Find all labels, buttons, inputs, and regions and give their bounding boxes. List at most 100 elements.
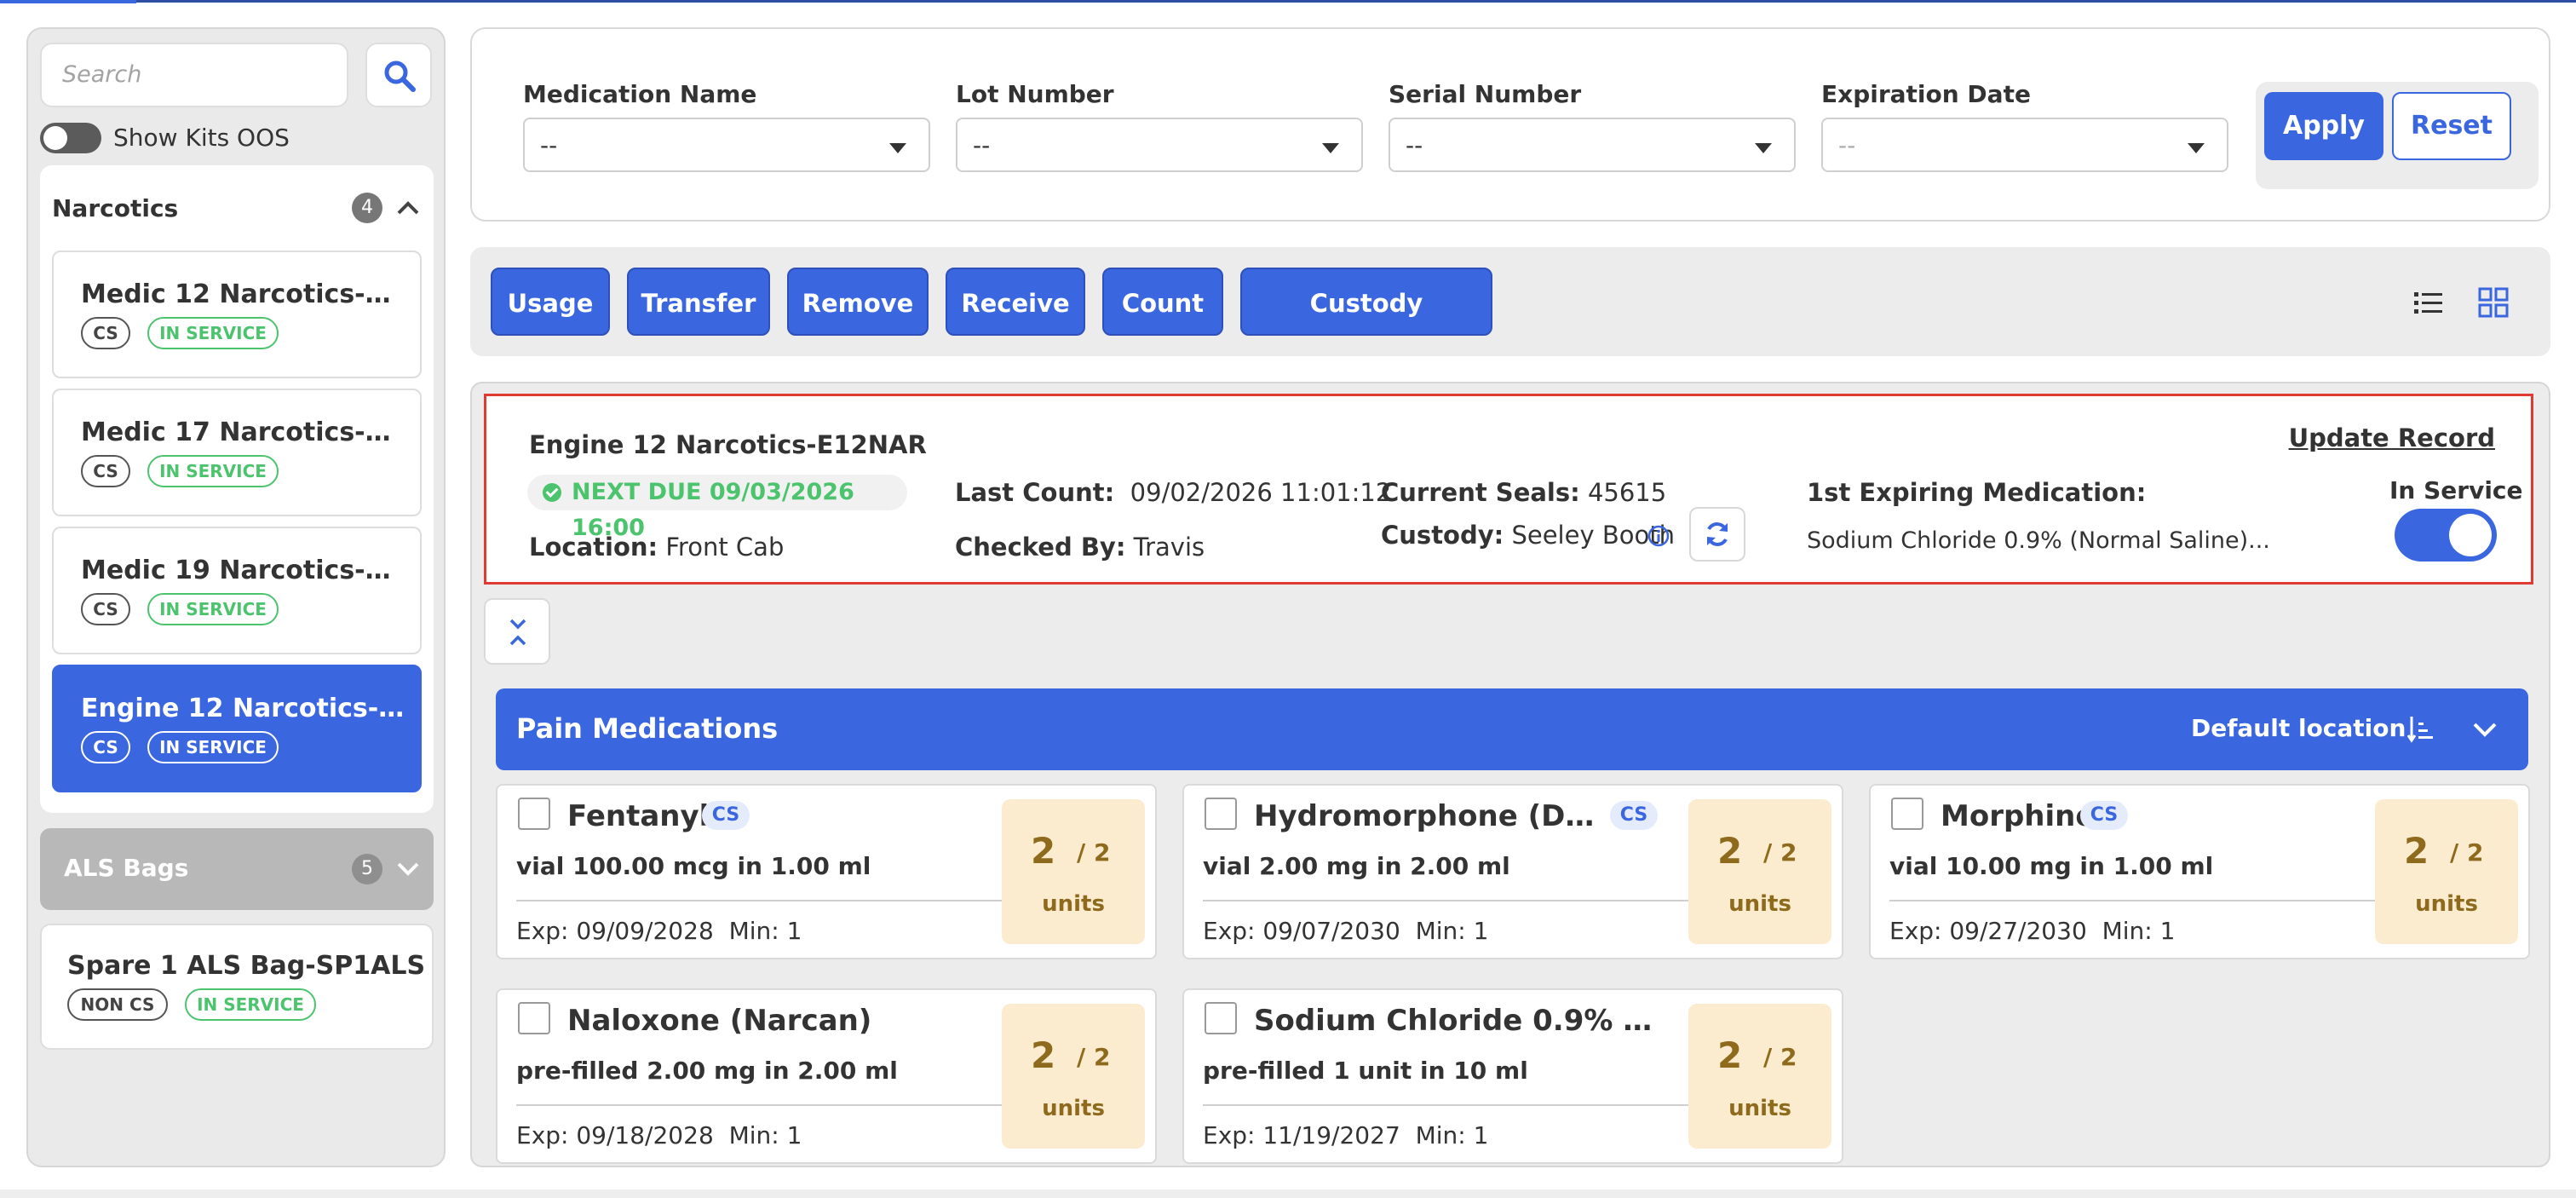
quantity-current: 2 xyxy=(1031,1034,1056,1076)
card-divider xyxy=(1203,900,1697,901)
quantity-current: 2 xyxy=(2404,830,2429,872)
kit-type-badge: CS xyxy=(81,593,130,625)
kit-item[interactable]: Medic 12 Narcotics-M12NAR CS IN SERVICE xyxy=(52,251,422,378)
quantity-unit: units xyxy=(1728,1096,1791,1121)
bottom-bar xyxy=(0,1189,2576,1198)
serial-number-select[interactable]: -- xyxy=(1389,118,1796,172)
kit-item[interactable]: Spare 1 ALS Bag-SP1ALS NON CS IN SERVICE xyxy=(40,924,434,1050)
default-location-label[interactable]: Default location xyxy=(2191,714,2406,742)
update-record-link[interactable]: Update Record xyxy=(2289,423,2495,452)
check-circle-icon xyxy=(543,483,561,502)
current-seals-value: 45615 xyxy=(1587,478,1667,507)
action-bar: Usage Transfer Remove Receive Count Cust… xyxy=(470,247,2550,386)
medication-description: pre-filled 1 unit in 10 ml xyxy=(1203,1057,1528,1085)
checked-by-value: Travis xyxy=(1133,533,1205,562)
reset-button[interactable]: Reset xyxy=(2392,92,2511,160)
medication-card[interactable]: Naloxone (Narcan) pre-filled 2.00 mg in … xyxy=(496,988,1157,1164)
medication-card[interactable]: Sodium Chloride 0.9% (Normal Saline) pre… xyxy=(1182,988,1843,1164)
medication-card[interactable]: Morphine CS vial 10.00 mg in 1.00 ml Exp… xyxy=(1869,784,2530,959)
current-seals-field: Current Seals: 45615 xyxy=(1381,478,1666,507)
search-icon xyxy=(384,60,416,92)
show-oos-toggle[interactable] xyxy=(40,123,101,153)
medication-description: vial 10.00 mg in 1.00 ml xyxy=(1889,852,2214,880)
als-bags-label: ALS Bags xyxy=(64,854,189,882)
kit-item[interactable]: Medic 17 Narcotics-M17NAR CS IN SERVICE xyxy=(52,389,422,516)
in-service-toggle[interactable] xyxy=(2395,509,2497,562)
medication-checkbox[interactable] xyxy=(1891,798,1923,830)
kit-name: Medic 17 Narcotics-M17NAR xyxy=(81,418,405,447)
medication-expiration: Exp: 09/27/2030 Min: 1 xyxy=(1889,917,2176,945)
medication-description: pre-filled 2.00 mg in 2.00 ml xyxy=(516,1057,898,1085)
kit-name: Spare 1 ALS Bag-SP1ALS xyxy=(67,951,426,981)
als-bags-group-header[interactable]: ALS Bags 5 xyxy=(40,828,434,910)
kit-type-badge: CS xyxy=(81,731,130,763)
count-button[interactable]: Count xyxy=(1102,268,1223,336)
quantity-max: / 2 xyxy=(2450,838,2484,867)
category-title: Pain Medications xyxy=(516,712,779,745)
grid-view-icon[interactable] xyxy=(2477,286,2510,319)
transfer-button[interactable]: Transfer xyxy=(627,268,770,336)
show-oos-label: Show Kits OOS xyxy=(113,124,290,152)
search-input[interactable]: Search xyxy=(40,43,348,107)
custody-exchange-button[interactable]: Custody Exchange xyxy=(1240,268,1492,386)
in-service-label: In Service xyxy=(2389,476,2523,504)
medication-checkbox[interactable] xyxy=(518,1002,550,1034)
card-divider xyxy=(1889,900,2383,901)
narcotics-group-label[interactable]: Narcotics xyxy=(52,194,178,222)
medication-checkbox[interactable] xyxy=(1205,798,1237,830)
quantity-unit: units xyxy=(1042,1096,1105,1121)
kit-type-badge: CS xyxy=(81,317,130,349)
quantity-box: 2 / 2 units xyxy=(1688,1004,1831,1149)
medication-checkbox[interactable] xyxy=(1205,1002,1237,1034)
medication-name: Sodium Chloride 0.9% (Normal Saline) xyxy=(1254,1004,1654,1038)
last-count-value: 09/02/2026 11:01:12 xyxy=(1130,478,1392,507)
card-divider xyxy=(1203,1104,1697,1106)
kit-detail-panel: Engine 12 Narcotics-E12NAR NEXT DUE 09/0… xyxy=(470,382,2550,1167)
location-value: Front Cab xyxy=(665,533,785,562)
serial-number-value: -- xyxy=(1406,131,1423,159)
expiration-date-select[interactable]: -- xyxy=(1821,118,2228,172)
quantity-max: / 2 xyxy=(1077,1043,1111,1071)
medication-name-select[interactable]: -- xyxy=(523,118,930,172)
kit-item-selected[interactable]: Engine 12 Narcotics-E12NAR CS IN SERVICE xyxy=(52,665,422,792)
sort-icon[interactable] xyxy=(2407,714,2436,745)
chevron-up-icon[interactable] xyxy=(396,199,420,216)
kit-type-badge: CS xyxy=(81,455,130,487)
collapse-button[interactable] xyxy=(484,598,550,665)
remove-button[interactable]: Remove xyxy=(787,268,929,336)
chevron-down-icon[interactable] xyxy=(396,861,420,878)
category-header[interactable]: Pain Medications Default location xyxy=(496,688,2528,770)
usage-button[interactable]: Usage xyxy=(491,268,610,336)
first-expiring-value: Sodium Chloride 0.9% (Normal Saline)... xyxy=(1807,527,2270,554)
next-due-badge: NEXT DUE 09/03/2026 16:00 xyxy=(527,475,907,541)
app-root: Search Show Kits OOS Narcotics 4 Medic 1… xyxy=(0,0,2576,1198)
serial-number-label: Serial Number xyxy=(1389,80,1582,108)
checked-by-label: Checked By: xyxy=(955,533,1126,562)
quantity-unit: units xyxy=(1042,891,1105,917)
quantity-unit: units xyxy=(2415,891,2478,917)
lot-number-label: Lot Number xyxy=(956,80,1114,108)
medication-expiration: Exp: 09/18/2028 Min: 1 xyxy=(516,1121,802,1149)
medication-card[interactable]: Fentanyl CS vial 100.00 mcg in 1.00 ml E… xyxy=(496,784,1157,959)
kit-status-badge: IN SERVICE xyxy=(147,593,279,625)
list-view-icon[interactable] xyxy=(2412,286,2445,319)
top-tab-indicator xyxy=(0,0,136,3)
cs-badge: CS xyxy=(2080,801,2128,830)
quantity-box: 2 / 2 units xyxy=(1688,799,1831,944)
refresh-custody-button[interactable] xyxy=(1689,507,1745,562)
als-bags-count-badge: 5 xyxy=(352,854,382,884)
last-count-field: Last Count: 09/02/2026 11:01:12 xyxy=(955,478,1391,507)
kit-item[interactable]: Medic 19 Narcotics-M19NAR CS IN SERVICE xyxy=(52,527,422,654)
last-count-label: Last Count: xyxy=(955,478,1115,507)
lot-number-select[interactable]: -- xyxy=(956,118,1363,172)
chevron-down-icon[interactable] xyxy=(2472,721,2498,738)
medication-card[interactable]: Hydromorphone (Dilaudid) CS vial 2.00 mg… xyxy=(1182,784,1843,959)
medication-description: vial 100.00 mcg in 1.00 ml xyxy=(516,852,871,880)
search-button[interactable] xyxy=(365,43,432,107)
receive-button[interactable]: Receive xyxy=(946,268,1085,336)
apply-button[interactable]: Apply xyxy=(2264,92,2383,160)
caret-down-icon xyxy=(889,143,906,153)
info-icon[interactable] xyxy=(1647,524,1670,548)
medication-checkbox[interactable] xyxy=(518,798,550,830)
filter-button-group: Apply Reset xyxy=(2256,82,2539,189)
